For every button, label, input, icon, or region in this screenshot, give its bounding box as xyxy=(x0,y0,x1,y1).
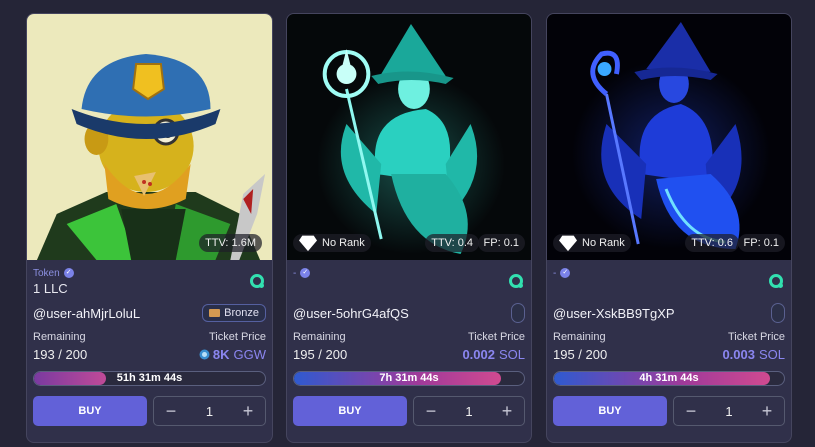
circle-logo-icon[interactable] xyxy=(769,274,783,288)
minus-icon[interactable]: − xyxy=(162,401,180,421)
category-label: - xyxy=(553,267,557,279)
price-value: 0.002 xyxy=(462,346,495,362)
verified-check-icon: ✓ xyxy=(63,268,74,278)
verified-check-icon: ✓ xyxy=(560,268,571,278)
ttv-pill: TTV: 0.6 xyxy=(685,234,739,252)
price-unit: SOL xyxy=(758,346,785,362)
remaining-value: 195 / 200 xyxy=(553,346,608,362)
ticket-price: 8K GGW xyxy=(199,347,266,362)
username[interactable]: @user-5ohrG4afQS xyxy=(293,306,409,321)
ticket-price-label: Ticket Price xyxy=(208,331,266,343)
timer-label: 4h 31m 44s xyxy=(639,372,699,384)
quantity-value[interactable]: 1 xyxy=(725,404,732,419)
ticket-price-label: Ticket Price xyxy=(727,331,785,343)
nft-image[interactable]: TTV: 1.6M xyxy=(27,14,272,260)
quantity-value[interactable]: 1 xyxy=(206,404,213,419)
price-value: 0.003 xyxy=(722,346,755,362)
toggle[interactable] xyxy=(771,303,785,323)
username[interactable]: @user-XskBB9TgXP xyxy=(553,306,675,321)
ttv-pill: TTV: 1.6M xyxy=(199,234,262,252)
item-name: 1 LLC xyxy=(33,281,68,296)
remaining-value: 193 / 200 xyxy=(33,346,88,362)
raffle-card-grid: TTV: 1.6M Token ✓ 1 LLC @user-ahMjrLoluL… xyxy=(0,0,815,447)
ttv-pill: TTV: 0.4 xyxy=(425,234,479,252)
bronze-icon xyxy=(209,309,221,317)
quantity-value[interactable]: 1 xyxy=(465,404,472,419)
category-label: - xyxy=(293,267,297,279)
buy-button[interactable]: BUY xyxy=(33,396,147,426)
remaining-label: Remaining xyxy=(553,331,606,343)
ticket-price: 0.003 SOL xyxy=(722,347,785,362)
rank-badge: Bronze xyxy=(202,304,266,322)
raffle-card[interactable]: TTV: 1.6M Token ✓ 1 LLC @user-ahMjrLoluL… xyxy=(26,13,273,443)
plus-icon[interactable]: + xyxy=(758,401,776,421)
price-value: 8K xyxy=(212,346,230,362)
raffle-card[interactable]: No Rank TTV: 0.6 FP: 0.1 - ✓ @user-XskBB… xyxy=(546,13,792,443)
quantity-stepper: − 1 + xyxy=(413,396,525,426)
quantity-stepper: − 1 + xyxy=(673,396,785,426)
raffle-card[interactable]: No Rank TTV: 0.4 FP: 0.1 - ✓ @user-5ohrG… xyxy=(286,13,532,443)
username[interactable]: @user-ahMjrLoluL xyxy=(33,306,140,321)
nft-image[interactable]: No Rank TTV: 0.6 FP: 0.1 xyxy=(547,14,791,260)
circle-logo-icon[interactable] xyxy=(250,274,264,288)
coin-icon xyxy=(199,349,210,359)
buy-button[interactable]: BUY xyxy=(293,396,407,426)
ticket-price: 0.002 SOL xyxy=(462,347,525,362)
remaining-value: 195 / 200 xyxy=(293,346,348,362)
timer-label: 7h 31m 44s xyxy=(379,372,439,384)
time-progress-bar: 51h 31m 44s xyxy=(33,371,266,386)
remaining-label: Remaining xyxy=(293,331,346,343)
nft-image[interactable]: No Rank TTV: 0.4 FP: 0.1 xyxy=(287,14,531,260)
quantity-stepper: − 1 + xyxy=(153,396,266,426)
plus-icon[interactable]: + xyxy=(239,401,257,421)
diamond-icon xyxy=(299,235,317,252)
price-unit: GGW xyxy=(233,346,267,362)
fp-pill: FP: 0.1 xyxy=(737,234,785,252)
minus-icon[interactable]: − xyxy=(422,401,440,421)
item-name xyxy=(293,281,525,297)
time-progress-bar: 4h 31m 44s xyxy=(553,371,785,386)
timer-label: 51h 31m 44s xyxy=(116,372,183,384)
verified-check-icon: ✓ xyxy=(300,268,311,278)
ticket-price-label: Ticket Price xyxy=(467,331,525,343)
rank-pill: No Rank xyxy=(293,234,371,252)
fp-pill: FP: 0.1 xyxy=(477,234,525,252)
toggle[interactable] xyxy=(511,303,525,323)
minus-icon[interactable]: − xyxy=(682,401,700,421)
rank-pill: No Rank xyxy=(553,234,631,252)
time-progress-bar: 7h 31m 44s xyxy=(293,371,525,386)
plus-icon[interactable]: + xyxy=(498,401,516,421)
price-unit: SOL xyxy=(498,346,525,362)
buy-button[interactable]: BUY xyxy=(553,396,667,426)
rank-label: No Rank xyxy=(322,237,365,249)
circle-logo-icon[interactable] xyxy=(509,274,523,288)
diamond-icon xyxy=(559,235,577,252)
category-label: Token xyxy=(33,267,60,279)
badge-label: Bronze xyxy=(224,307,259,319)
remaining-label: Remaining xyxy=(33,331,86,343)
item-name xyxy=(553,281,785,297)
rank-label: No Rank xyxy=(582,237,625,249)
